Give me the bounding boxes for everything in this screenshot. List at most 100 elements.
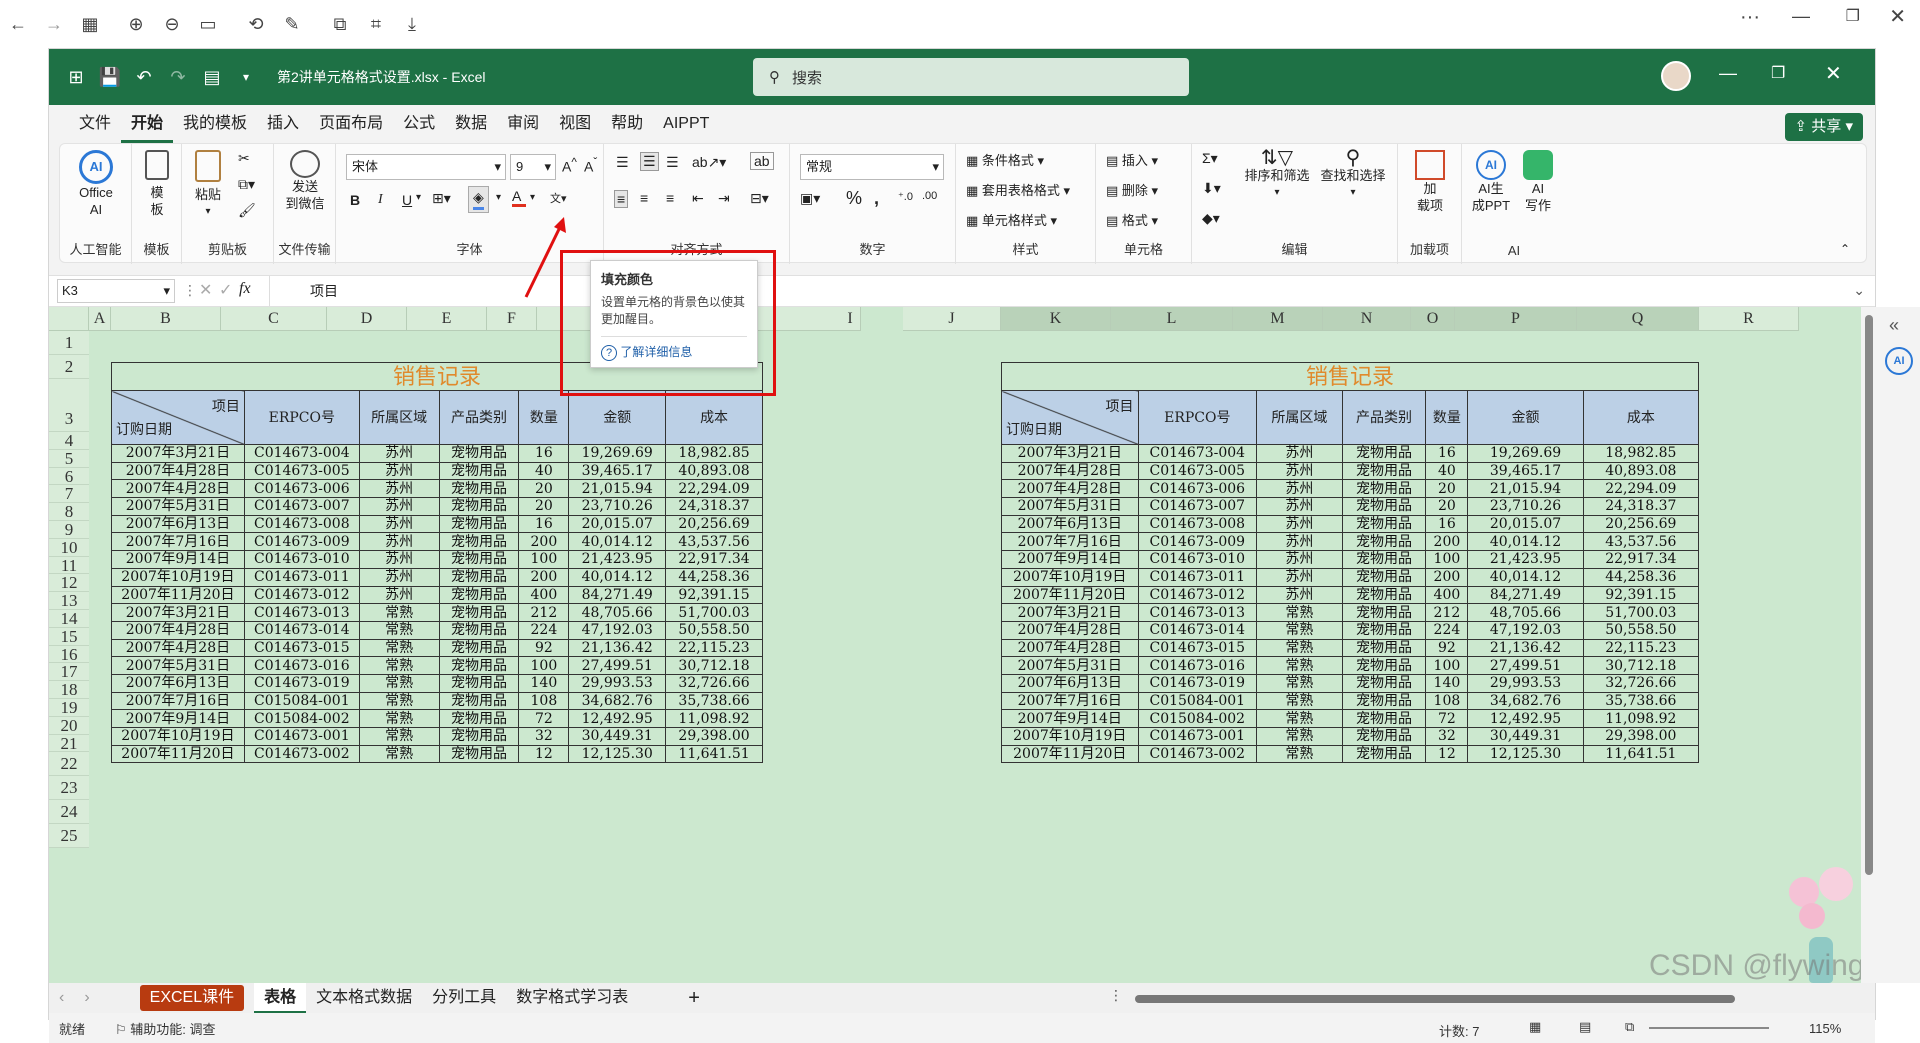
- table-cell[interactable]: 21,136.42: [568, 638, 667, 658]
- table-cell[interactable]: 47,192.03: [1467, 620, 1584, 640]
- table-cell[interactable]: 2007年5月31日: [1001, 497, 1139, 516]
- name-box[interactable]: K3 ▾: [57, 279, 175, 303]
- table-cell[interactable]: 100: [518, 656, 570, 675]
- table-cell[interactable]: 2007年9月14日: [1001, 550, 1139, 569]
- table-cell[interactable]: C014673-016: [243, 656, 360, 675]
- table-cell[interactable]: 常熟: [1256, 656, 1343, 675]
- table-cell[interactable]: 30,712.18: [1582, 656, 1700, 675]
- col-header-e[interactable]: E: [407, 307, 487, 331]
- table-cell[interactable]: 140: [1425, 673, 1469, 693]
- col-header-r[interactable]: R: [1699, 307, 1799, 331]
- table-cell[interactable]: C014673-014: [1137, 620, 1258, 640]
- table-cell[interactable]: C015084-001: [1137, 691, 1258, 711]
- shrink-font-icon[interactable]: Aˇ: [584, 156, 597, 175]
- table-cell[interactable]: C014673-012: [1137, 585, 1258, 605]
- table-cell[interactable]: 2007年6月13日: [111, 514, 245, 534]
- table-cell[interactable]: 18,982.85: [665, 444, 763, 463]
- col-header-a[interactable]: A: [89, 307, 111, 331]
- table-cell[interactable]: 212: [518, 603, 570, 622]
- office-ai-button[interactable]: AI Office AI: [68, 150, 124, 218]
- cut-icon[interactable]: ✂: [238, 150, 250, 167]
- align-bottom-icon[interactable]: ☰: [666, 154, 679, 171]
- column-header-cell[interactable]: ERPCO号: [1137, 390, 1258, 445]
- minimize-icon[interactable]: —: [1719, 63, 1737, 84]
- row-header[interactable]: 11: [49, 556, 89, 575]
- table-cell[interactable]: 84,271.49: [1467, 585, 1584, 605]
- collapse-ribbon-icon[interactable]: ⌃: [1840, 242, 1850, 256]
- table-cell[interactable]: 苏州: [1256, 567, 1343, 587]
- font-size-combo[interactable]: 9 ▾: [510, 154, 556, 180]
- col-header-p[interactable]: P: [1455, 307, 1577, 331]
- border-icon[interactable]: ⊞▾: [432, 190, 451, 207]
- addin-button[interactable]: 加载项: [1408, 150, 1452, 214]
- table-cell[interactable]: 29,993.53: [1467, 673, 1584, 693]
- redo-icon[interactable]: ↷: [161, 60, 195, 94]
- table-cell[interactable]: 2007年10月19日: [111, 727, 245, 746]
- table-cell[interactable]: 苏州: [1256, 444, 1343, 463]
- column-header-cell[interactable]: 所属区域: [1256, 390, 1343, 445]
- table-cell[interactable]: 宠物用品: [438, 567, 520, 587]
- tab-help[interactable]: 帮助: [601, 105, 653, 143]
- table-cell[interactable]: 50,558.50: [665, 620, 763, 640]
- tab-data[interactable]: 数据: [445, 105, 497, 143]
- table-cell[interactable]: 苏州: [358, 497, 440, 516]
- wrap-text-icon[interactable]: ab: [750, 152, 774, 170]
- table-cell[interactable]: 21,136.42: [1467, 638, 1584, 658]
- copy-icon[interactable]: ⧉▾: [238, 176, 255, 193]
- table-cell[interactable]: 20: [518, 479, 570, 499]
- table-cell[interactable]: 2007年4月28日: [111, 638, 245, 658]
- underline-dropdown-icon[interactable]: ▾: [416, 192, 421, 203]
- table-cell[interactable]: 宠物用品: [438, 497, 520, 516]
- table-cell[interactable]: C015084-002: [243, 709, 360, 728]
- table-cell[interactable]: 2007年7月16日: [111, 691, 245, 711]
- worksheet-grid[interactable]: A B C D E F I J K L M N O P Q R 12345678…: [49, 307, 1861, 983]
- table-cell[interactable]: 200: [1425, 532, 1469, 552]
- table-cell[interactable]: 常熟: [358, 620, 440, 640]
- row-header[interactable]: 12: [49, 574, 89, 593]
- align-top-icon[interactable]: ☰: [616, 154, 629, 171]
- italic-button[interactable]: I: [378, 192, 383, 208]
- table-cell[interactable]: 18,982.85: [1582, 444, 1700, 463]
- table-cell[interactable]: C014673-010: [243, 550, 360, 569]
- table-cell[interactable]: 32: [1425, 727, 1469, 746]
- column-header-cell[interactable]: 数量: [518, 390, 570, 445]
- tab-page-layout[interactable]: 页面布局: [309, 105, 393, 143]
- crop-icon[interactable]: ⌗: [358, 6, 394, 42]
- cell-style-button[interactable]: ▦ 单元格样式 ▾: [966, 210, 1057, 229]
- table-cell[interactable]: 44,258.36: [665, 567, 763, 587]
- table-cell[interactable]: 常熟: [1256, 727, 1343, 746]
- table-cell[interactable]: 20,015.07: [568, 514, 667, 534]
- underline-button[interactable]: U: [402, 192, 412, 208]
- column-header-cell[interactable]: 成本: [1582, 390, 1700, 445]
- table-cell[interactable]: C014673-004: [1137, 444, 1258, 463]
- table-cell[interactable]: 34,682.76: [568, 691, 667, 711]
- more-icon[interactable]: ···: [1740, 6, 1760, 29]
- column-header-cell[interactable]: 所属区域: [358, 390, 440, 445]
- table-cell[interactable]: 16: [518, 444, 570, 463]
- table-cell[interactable]: 43,537.56: [665, 532, 763, 552]
- table-cell[interactable]: 宠物用品: [438, 638, 520, 658]
- col-header-l[interactable]: L: [1111, 307, 1233, 331]
- table-cell[interactable]: 22,115.23: [665, 638, 763, 658]
- table-cell[interactable]: 30,712.18: [665, 656, 763, 675]
- table-cell[interactable]: 苏州: [1256, 532, 1343, 552]
- table-cell[interactable]: 宠物用品: [438, 656, 520, 675]
- table-format-button[interactable]: ▦ 套用表格格式 ▾: [966, 180, 1070, 199]
- table-cell[interactable]: 72: [518, 709, 570, 728]
- row-header[interactable]: 13: [49, 592, 89, 610]
- comma-icon[interactable]: ,: [874, 188, 879, 209]
- horizontal-scrollbar[interactable]: [1135, 995, 1735, 1003]
- table-cell[interactable]: 30,449.31: [1467, 727, 1584, 746]
- tab-file[interactable]: 文件: [69, 105, 121, 143]
- table-cell[interactable]: 21,423.95: [1467, 550, 1584, 569]
- table-cell[interactable]: 2007年10月19日: [1001, 727, 1139, 746]
- search-box[interactable]: ⚲ 搜索: [753, 58, 1189, 96]
- table-cell[interactable]: 2007年11月20日: [111, 585, 245, 605]
- table-cell[interactable]: 宠物用品: [438, 709, 520, 728]
- table-cell[interactable]: 2007年3月21日: [111, 603, 245, 622]
- sort-filter-button[interactable]: ⇅▽ 排序和筛选 ▾: [1242, 148, 1312, 201]
- col-header-k[interactable]: K: [1001, 307, 1111, 331]
- table-cell[interactable]: 2007年4月28日: [1001, 620, 1139, 640]
- table-cell[interactable]: 20,256.69: [665, 514, 763, 534]
- table-cell[interactable]: 400: [1425, 585, 1469, 605]
